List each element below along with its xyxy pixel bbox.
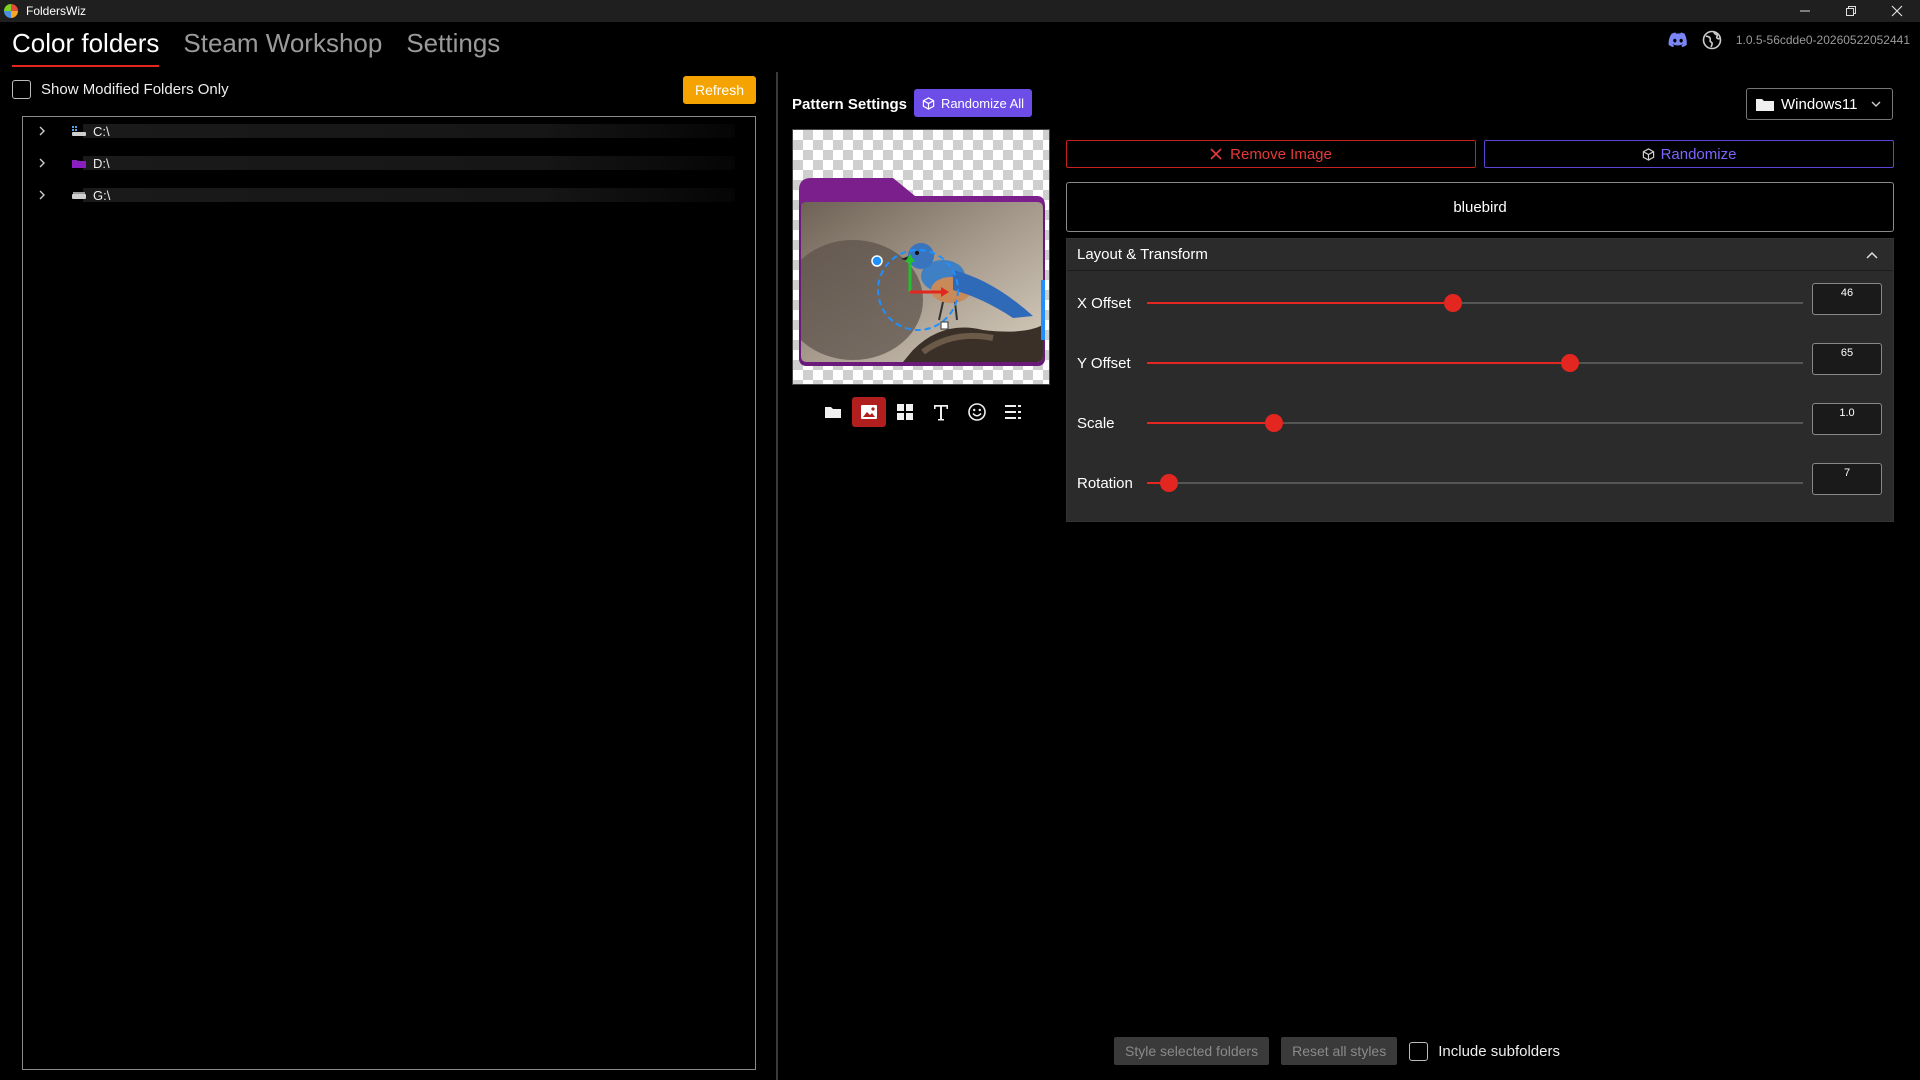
show-modified-toggle[interactable]: Show Modified Folders Only [12, 80, 229, 99]
folder-icon [825, 407, 841, 418]
tab-color-folders[interactable]: Color folders [12, 28, 160, 67]
os-style-value: Windows11 [1781, 95, 1858, 113]
style-selected-folders-button[interactable]: Style selected folders [1114, 1037, 1270, 1065]
version-label: 1.0.5-56cdde0-20260522052441 [1735, 33, 1910, 47]
chevron-right-icon[interactable] [35, 124, 49, 138]
y-offset-slider[interactable] [1147, 354, 1803, 372]
discord-icon[interactable] [1668, 32, 1688, 48]
refresh-button[interactable]: Refresh [683, 76, 756, 104]
tab-settings[interactable]: Settings [406, 28, 500, 67]
chevron-right-icon[interactable] [35, 156, 49, 170]
layout-transform-header[interactable]: Layout & Transform [1067, 239, 1893, 271]
drive-label: G:\ [93, 187, 111, 203]
slider-label: X Offset [1077, 295, 1131, 312]
image-icon [861, 405, 877, 419]
folder-preview-canvas [799, 178, 1045, 366]
pattern-settings-title: Pattern Settings [792, 96, 908, 113]
window-title: FoldersWiz [26, 4, 87, 18]
close-button[interactable] [1874, 0, 1920, 22]
tree-row-d[interactable]: D:\ [23, 153, 755, 173]
tool-grid[interactable] [888, 397, 922, 427]
randomize-label: Randomize [1660, 145, 1737, 163]
show-modified-label: Show Modified Folders Only [41, 81, 229, 98]
slider-label: Y Offset [1077, 355, 1131, 372]
drive-c-icon [72, 126, 86, 136]
minimize-button[interactable] [1782, 0, 1828, 22]
slider-row-y-offset: Y Offset 65 [1067, 343, 1895, 383]
tree-row-g[interactable]: G:\ [23, 185, 755, 205]
layer-toolbar [816, 397, 1032, 427]
cube-icon [922, 96, 935, 110]
chevron-down-icon [1871, 101, 1881, 107]
slider-row-x-offset: X Offset 46 [1067, 283, 1895, 323]
window-controls [1782, 0, 1920, 22]
grid-icon [897, 404, 913, 420]
tool-emoji[interactable] [960, 397, 994, 427]
main-tabs: Color folders Steam Workshop Settings [12, 28, 524, 67]
reset-all-styles-button[interactable]: Reset all styles [1281, 1037, 1398, 1065]
tree-row-c[interactable]: C:\ [23, 121, 755, 141]
chevron-right-icon[interactable] [35, 188, 49, 202]
app-icon [4, 4, 18, 18]
close-icon [1210, 148, 1222, 160]
randomize-button[interactable]: Randomize [1484, 140, 1894, 168]
move-handle[interactable] [871, 255, 883, 267]
slider-label: Scale [1077, 415, 1115, 432]
folder-tree[interactable]: C:\ D:\ G:\ [22, 116, 756, 1070]
cube-icon [1642, 147, 1654, 161]
slider-thumb[interactable] [1159, 474, 1178, 492]
image-name-field[interactable]: bluebird [1066, 182, 1894, 232]
x-offset-input[interactable]: 46 [1812, 283, 1882, 315]
close-icon [1891, 5, 1903, 17]
layout-transform-title: Layout & Transform [1077, 246, 1208, 263]
scale-slider[interactable] [1147, 414, 1803, 432]
rotation-input[interactable]: 7 [1812, 463, 1882, 495]
chevron-up-icon [1866, 251, 1878, 259]
slider-thumb[interactable] [1264, 414, 1283, 432]
remove-image-button[interactable]: Remove Image [1066, 140, 1476, 168]
layout-transform-panel: Layout & Transform X Offset 46 Y Offset … [1066, 238, 1894, 522]
tool-text[interactable] [924, 397, 958, 427]
restore-icon [1846, 6, 1856, 16]
drive-label: D:\ [93, 155, 110, 171]
minimize-icon [1800, 10, 1810, 12]
slider-thumb[interactable] [1561, 354, 1580, 372]
tool-image[interactable] [852, 397, 886, 427]
randomize-all-button[interactable]: Randomize All [914, 89, 1032, 117]
folder-preview[interactable] [792, 129, 1050, 385]
include-subfolders-checkbox[interactable] [1409, 1041, 1429, 1061]
title-bar: FoldersWiz [0, 0, 1920, 22]
tool-folder[interactable] [816, 397, 850, 427]
scale-handle[interactable] [940, 321, 949, 330]
top-right-info: 1.0.5-56cdde0-20260522052441 [1668, 30, 1910, 50]
pane-splitter[interactable] [776, 72, 778, 1080]
folder-icon [1756, 99, 1774, 111]
drive-g-icon [72, 192, 86, 199]
list-icon [1005, 405, 1021, 419]
slider-label: Rotation [1077, 475, 1133, 492]
remove-image-label: Remove Image [1230, 145, 1332, 163]
include-subfolders-label: Include subfolders [1438, 1042, 1560, 1060]
x-offset-slider[interactable] [1147, 294, 1803, 312]
y-offset-input[interactable]: 65 [1812, 343, 1882, 375]
drive-d-icon [72, 160, 86, 168]
slider-row-rotation: Rotation 7 [1067, 463, 1895, 503]
bottom-action-bar: Style selected folders Reset all styles … [1114, 1037, 1560, 1065]
slider-thumb[interactable] [1444, 294, 1463, 312]
randomize-all-label: Randomize All [940, 95, 1025, 111]
folder-browser-pane: Show Modified Folders Only Refresh C:\ D… [0, 72, 776, 1080]
rotation-slider[interactable] [1147, 474, 1803, 492]
show-modified-checkbox[interactable] [12, 80, 31, 99]
text-icon [934, 405, 948, 421]
emoji-icon [968, 403, 986, 421]
os-style-select[interactable]: Windows11 [1746, 88, 1893, 120]
drive-label: C:\ [93, 123, 110, 139]
globe-icon[interactable] [1702, 30, 1722, 50]
tab-steam-workshop[interactable]: Steam Workshop [183, 28, 382, 67]
tool-list[interactable] [996, 397, 1030, 427]
bird-photo [801, 202, 1043, 362]
scale-input[interactable]: 1.0 [1812, 403, 1882, 435]
restore-button[interactable] [1828, 0, 1874, 22]
slider-row-scale: Scale 1.0 [1067, 403, 1895, 443]
